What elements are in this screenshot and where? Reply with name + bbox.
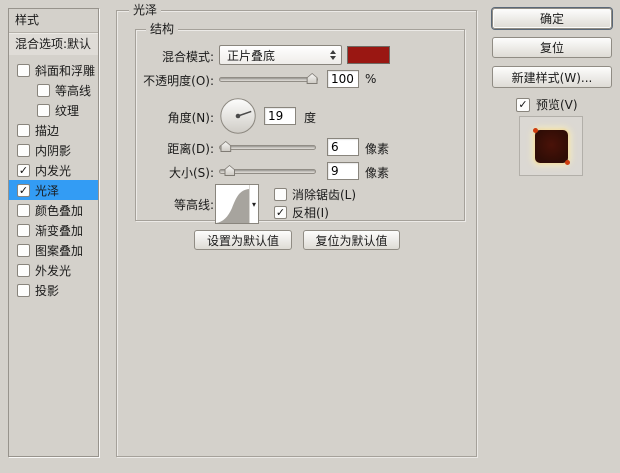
style-item-label: 光泽 [35,183,60,198]
size-slider[interactable] [219,165,316,176]
angle-label: 角度(N): [167,111,214,125]
style-list-item[interactable]: 投影 [9,280,98,300]
contour-picker[interactable]: ▾ [215,184,259,224]
style-checkbox[interactable] [17,123,30,137]
style-checkbox[interactable] [37,83,50,97]
style-list-item[interactable]: 纹理 [9,100,98,120]
anti-alias-checkbox[interactable] [274,188,287,201]
style-checkbox[interactable] [17,63,30,77]
ok-button[interactable]: 确定 [492,8,612,29]
style-checkbox[interactable]: ✓ [17,163,30,177]
set-default-button[interactable]: 设置为默认值 [194,230,292,250]
structure-group-title: 结构 [146,22,179,37]
sidebar-item-blending-options[interactable]: 混合选项:默认 [9,34,98,55]
opacity-unit: % [365,72,377,86]
style-list-item[interactable]: 斜面和浮雕 [9,60,98,80]
style-item-label: 斜面和浮雕 [35,63,96,78]
satin-panel-title: 光泽 [129,3,162,18]
style-item-label: 投影 [35,283,60,298]
style-checkbox[interactable] [17,283,30,297]
blend-mode-label: 混合模式: [161,50,214,64]
style-list-item[interactable]: 外发光 [9,260,98,280]
style-item-label: 图案叠加 [35,243,84,258]
style-list-item[interactable]: 描边 [9,120,98,140]
angle-input[interactable] [264,107,296,125]
anti-alias-label: 消除锯齿(L) [292,188,357,202]
size-slider-thumb[interactable] [224,165,235,176]
style-list: 斜面和浮雕 等高线 纹理 描边 内阴影 ✓ 内发光 ✓ 光泽 颜色叠加 渐变叠加… [9,60,98,300]
distance-slider-thumb[interactable] [220,141,232,152]
distance-label: 距离(D): [167,142,214,156]
angle-dial-center-dot [235,113,241,119]
style-item-label: 外发光 [35,263,72,278]
reset-button[interactable]: 复位 [492,37,612,58]
invert-checkbox[interactable]: ✓ [274,206,287,219]
distance-input[interactable] [327,138,359,156]
preview-label: 预览(V) [536,98,578,112]
opacity-slider[interactable] [219,73,318,84]
style-item-label: 颜色叠加 [35,203,84,218]
style-checkbox[interactable] [17,243,30,257]
contour-label: 等高线: [173,198,214,212]
opacity-slider-thumb[interactable] [306,73,318,84]
style-preview-chip [532,127,570,165]
size-label: 大小(S): [168,166,214,180]
opacity-label: 不透明度(O): [143,74,214,88]
style-item-label: 描边 [35,123,60,138]
style-item-label: 渐变叠加 [35,223,84,238]
satin-color-swatch[interactable] [347,46,390,64]
contour-curve-icon [216,189,249,223]
distance-unit: 像素 [365,142,390,156]
satin-panel: 光泽 结构 混合模式: 正片叠底 不透明度(O): % 角度(N): [116,3,477,457]
angle-dial[interactable] [219,97,257,135]
blend-mode-select[interactable]: 正片叠底 [219,45,342,65]
invert-option[interactable]: ✓ 反相(I) [274,204,329,221]
opacity-input[interactable] [327,70,359,88]
style-list-item[interactable]: 渐变叠加 [9,220,98,240]
angle-unit: 度 [304,111,317,125]
style-checkbox[interactable] [37,103,50,117]
contour-dropdown-arrow[interactable]: ▾ [249,185,258,223]
style-checkbox[interactable] [17,143,30,157]
preview-checkbox[interactable]: ✓ [516,97,530,112]
style-checkbox[interactable]: ✓ [17,183,30,197]
invert-label: 反相(I) [292,206,329,220]
style-list-item[interactable]: 等高线 [9,80,98,100]
structure-group: 结构 混合模式: 正片叠底 不透明度(O): % 角度(N): [135,22,465,224]
preview-glow-accent [564,159,570,165]
style-checkbox[interactable] [17,263,30,277]
preview-glow-accent [532,127,538,133]
dropdown-arrows-icon [330,50,336,60]
layer-style-dialog: 样式 混合选项:默认 斜面和浮雕 等高线 纹理 描边 内阴影 ✓ 内发光 ✓ 光… [0,0,620,473]
style-checkbox[interactable] [17,203,30,217]
style-list-item[interactable]: 图案叠加 [9,240,98,260]
new-style-button[interactable]: 新建样式(W)... [492,66,612,88]
style-item-label: 纹理 [55,103,80,118]
style-checkbox[interactable] [17,223,30,237]
style-list-item[interactable]: 内阴影 [9,140,98,160]
size-input[interactable] [327,162,359,180]
style-item-label: 等高线 [55,83,92,98]
anti-alias-option[interactable]: 消除锯齿(L) [274,186,356,203]
style-list-item[interactable]: ✓ 内发光 [9,160,98,180]
style-preview-thumbnail [519,116,583,176]
size-unit: 像素 [365,166,390,180]
style-item-label: 内发光 [35,163,72,178]
reset-to-default-button[interactable]: 复位为默认值 [303,230,400,250]
preview-option[interactable]: ✓ 预览(V) [516,96,578,113]
blend-mode-value: 正片叠底 [227,48,276,63]
style-list-item[interactable]: ✓ 光泽 [9,180,98,200]
style-list-item[interactable]: 颜色叠加 [9,200,98,220]
style-item-label: 内阴影 [35,143,72,158]
styles-title: 样式 [9,9,98,33]
distance-slider[interactable] [219,141,316,152]
styles-sidebar: 样式 混合选项:默认 斜面和浮雕 等高线 纹理 描边 内阴影 ✓ 内发光 ✓ 光… [8,8,99,457]
